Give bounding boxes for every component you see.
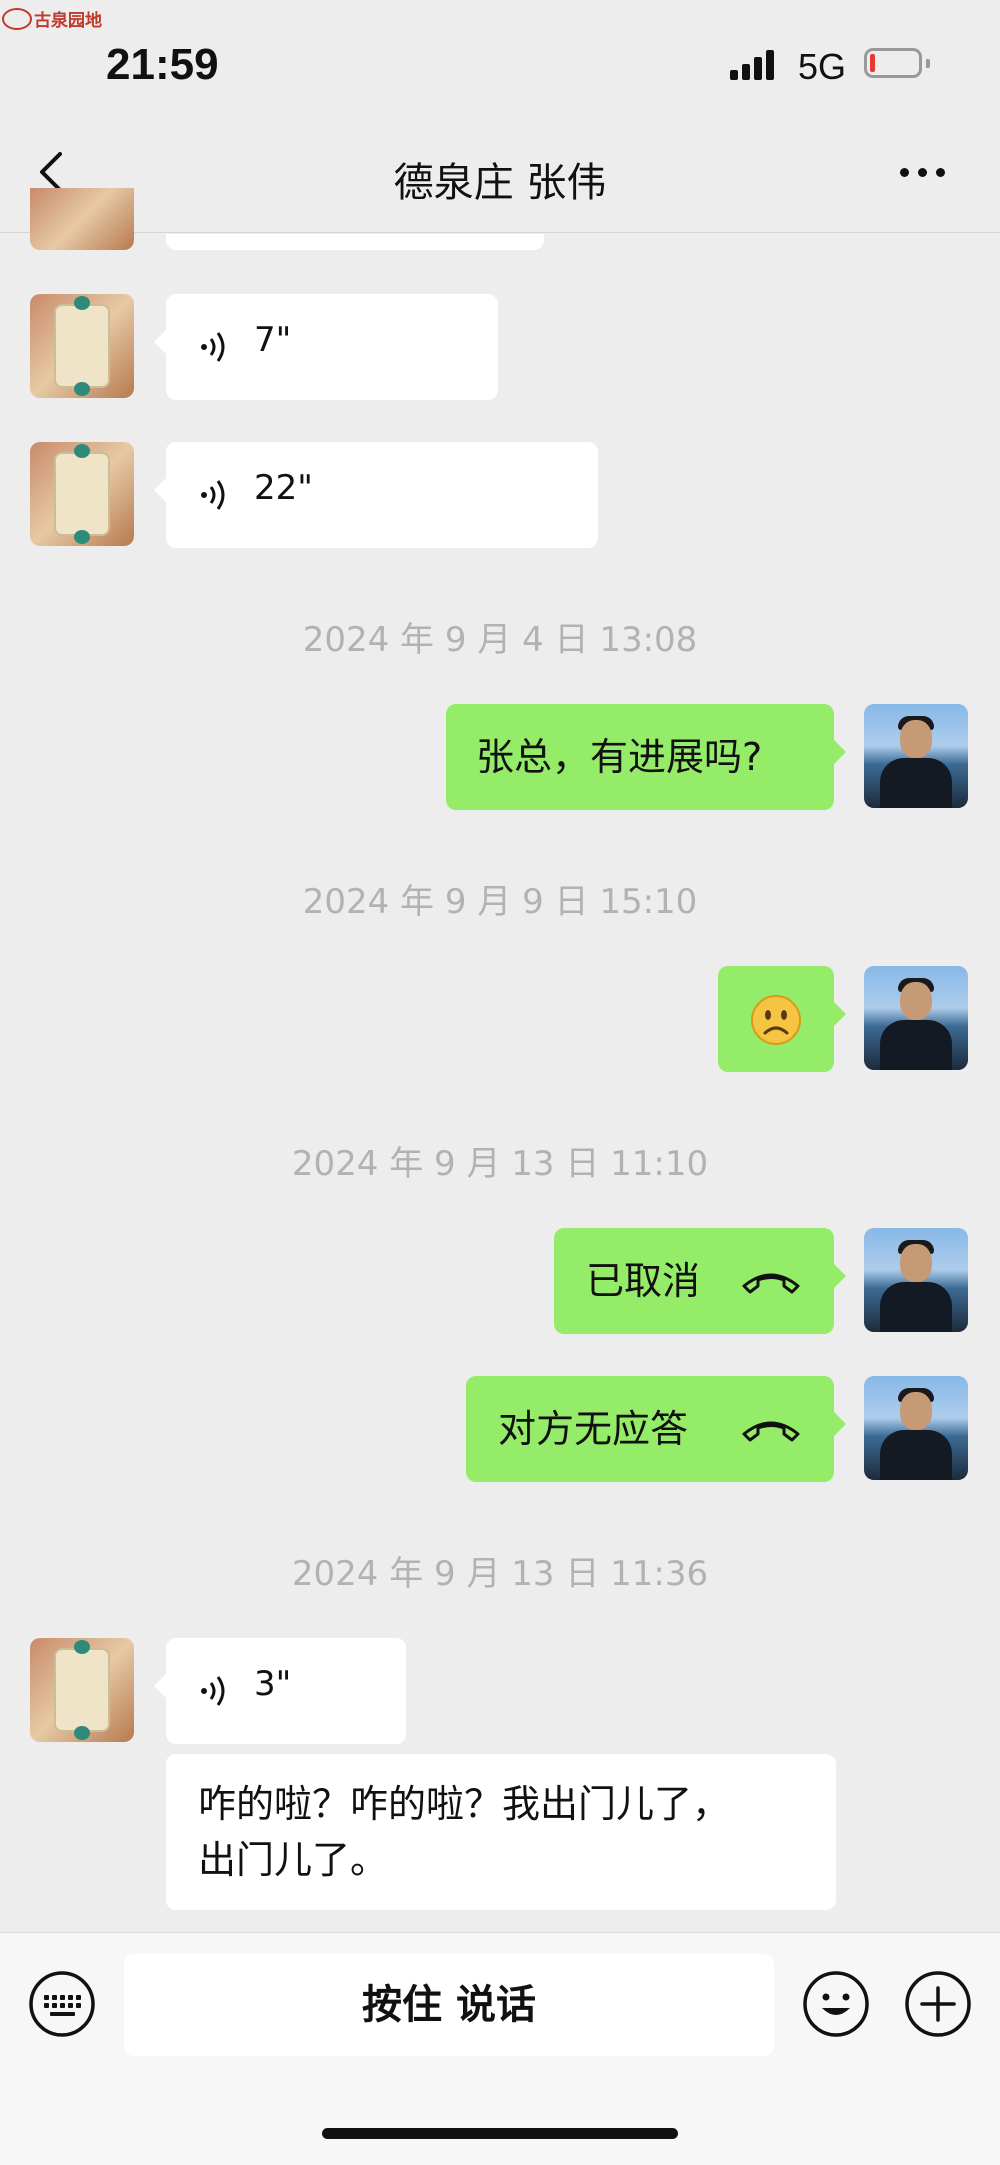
signal-strength-icon xyxy=(730,50,774,80)
call-status-text: 已取消 xyxy=(586,1259,701,1303)
voice-wave-icon xyxy=(201,332,225,362)
outgoing-call-message[interactable]: 已取消 xyxy=(554,1228,846,1334)
voice-duration: 3" xyxy=(254,1664,292,1704)
plus-icon[interactable] xyxy=(904,1970,972,2038)
transcription-line: 出门儿了。 xyxy=(198,1838,389,1882)
network-type: 5G xyxy=(798,46,847,87)
contact-avatar[interactable] xyxy=(30,294,134,398)
message-bubble-partial[interactable] xyxy=(166,234,544,250)
voice-message[interactable]: 3" xyxy=(154,1638,406,1744)
voice-transcription[interactable]: 咋的啦？咋的啦？我出门儿了， 出门儿了。 xyxy=(166,1754,836,1910)
voice-duration: 22" xyxy=(254,468,313,508)
message-timestamp: 2024 年 9 月 9 日 15:10 xyxy=(302,882,698,922)
home-indicator[interactable] xyxy=(322,2128,678,2139)
battery-tip xyxy=(926,59,930,68)
my-avatar[interactable] xyxy=(864,966,968,1070)
watermark: 古泉园地 xyxy=(2,6,102,31)
voice-wave-icon xyxy=(201,1676,225,1706)
transcription-line: 咋的啦？咋的啦？我出门儿了， xyxy=(198,1782,731,1826)
outgoing-call-message[interactable]: 对方无应答 xyxy=(466,1376,846,1482)
hold-to-talk-button[interactable]: 按住 说话 xyxy=(124,1954,774,2056)
voice-message[interactable]: 7" xyxy=(154,294,498,400)
watermark-logo-icon xyxy=(2,7,32,30)
my-avatar[interactable] xyxy=(864,704,968,808)
voice-wave-icon xyxy=(201,480,225,510)
watermark-text: 古泉园地 xyxy=(34,11,102,31)
message-timestamp: 2024 年 9 月 13 日 11:10 xyxy=(291,1144,709,1184)
message-text: 张总，有进展吗? xyxy=(476,735,763,779)
contact-avatar[interactable] xyxy=(30,1638,134,1742)
voice-message[interactable]: 22" xyxy=(154,442,598,548)
contact-avatar[interactable] xyxy=(30,188,134,250)
battery-icon xyxy=(864,48,922,78)
status-time: 21:59 xyxy=(106,40,219,89)
call-status-text: 对方无应答 xyxy=(498,1407,689,1451)
emoji-icon[interactable] xyxy=(802,1970,870,2038)
message-timestamp: 2024 年 9 月 13 日 11:36 xyxy=(291,1554,709,1594)
my-avatar[interactable] xyxy=(864,1376,968,1480)
frowning-face-emoji-icon xyxy=(751,995,801,1045)
outgoing-emoji-message[interactable] xyxy=(718,966,846,1072)
outgoing-text-message[interactable]: 张总，有进展吗? xyxy=(446,704,846,810)
message-timestamp: 2024 年 9 月 4 日 13:08 xyxy=(302,620,698,660)
voice-duration: 7" xyxy=(254,320,292,360)
more-options-icon[interactable] xyxy=(900,168,945,177)
phone-hangup-icon xyxy=(742,1273,800,1294)
contact-avatar[interactable] xyxy=(30,442,134,546)
keyboard-icon[interactable] xyxy=(28,1970,96,2038)
my-avatar[interactable] xyxy=(864,1228,968,1332)
chat-title: 德泉庄 张伟 xyxy=(393,160,607,206)
phone-hangup-icon xyxy=(742,1421,800,1442)
nav-divider xyxy=(0,232,1000,233)
